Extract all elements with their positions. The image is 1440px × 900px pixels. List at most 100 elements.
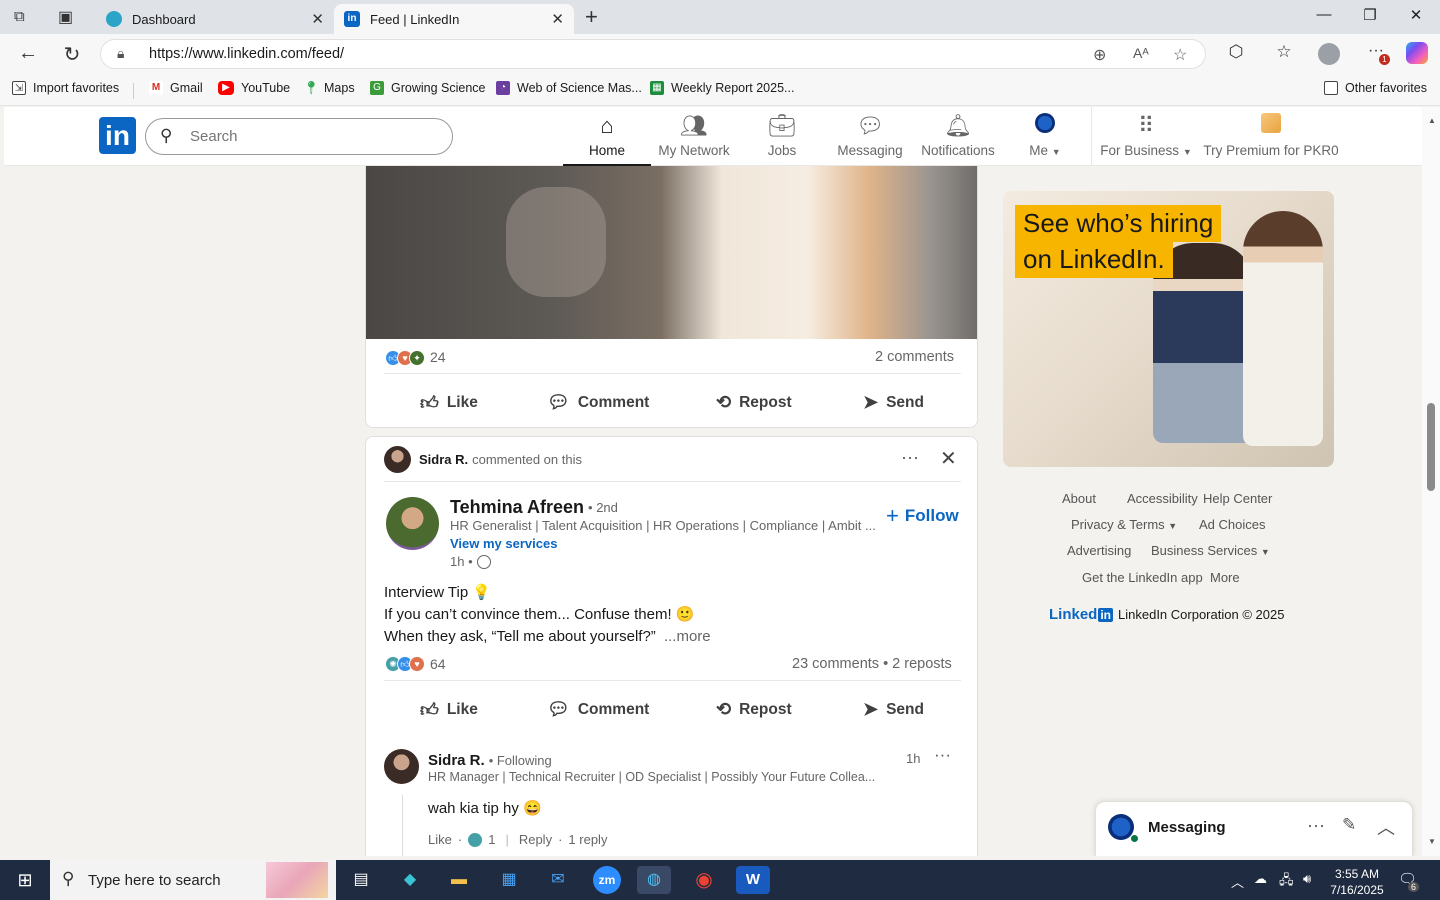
nav-messaging[interactable]: 💬︎ Messaging bbox=[830, 107, 910, 165]
search-input[interactable] bbox=[190, 128, 430, 145]
fav-gmail[interactable]: M Gmail bbox=[149, 81, 203, 95]
view-services-link[interactable]: View my services bbox=[450, 536, 557, 551]
reaction-count[interactable]: 24 bbox=[430, 349, 446, 365]
comment-like-button[interactable]: Like bbox=[428, 832, 452, 847]
see-more-link[interactable]: ...more bbox=[664, 628, 711, 645]
repost-button[interactable]: ⟲ Repost bbox=[716, 392, 792, 413]
footer-ad-choices[interactable]: Ad Choices bbox=[1199, 517, 1265, 532]
comment-count[interactable]: 2 comments bbox=[875, 349, 954, 365]
follow-button[interactable]: + Follow bbox=[886, 503, 959, 529]
fav-growing-science[interactable]: G Growing Science bbox=[370, 81, 486, 95]
chevron-up-icon[interactable]: ︿ bbox=[1231, 872, 1244, 891]
taskbar-search[interactable]: ⚲ Type here to search bbox=[50, 860, 336, 900]
fav-import[interactable]: ⇲ Import favorites bbox=[12, 81, 119, 95]
reaction-count[interactable]: 64 bbox=[430, 656, 446, 672]
footer-about[interactable]: About bbox=[1062, 491, 1096, 506]
footer-business-services[interactable]: Business Services ▼ bbox=[1151, 543, 1270, 558]
refresh-icon[interactable]: ↻ bbox=[60, 42, 84, 67]
favorite-star-icon[interactable]: ☆ bbox=[1173, 45, 1187, 65]
favorites-icon[interactable]: ☆ bbox=[1272, 42, 1296, 62]
fav-youtube[interactable]: ▶ YouTube bbox=[218, 81, 290, 95]
nav-my-network[interactable]: 👥︎ My Network bbox=[651, 107, 737, 165]
nav-jobs[interactable]: 💼︎ Jobs bbox=[747, 107, 817, 165]
new-tab-icon[interactable]: + bbox=[585, 4, 598, 30]
comment-options-icon[interactable]: ··· bbox=[934, 745, 951, 765]
task-view-icon[interactable]: ▤ bbox=[344, 866, 378, 894]
scroll-thumb[interactable] bbox=[1427, 403, 1435, 491]
post-image[interactable] bbox=[366, 147, 977, 339]
dismiss-icon[interactable]: ✕ bbox=[940, 446, 957, 471]
commenter-avatar[interactable] bbox=[384, 749, 419, 784]
profile-icon[interactable] bbox=[1318, 43, 1340, 65]
nav-home[interactable]: ⌂ Home bbox=[563, 107, 651, 166]
zoom-icon[interactable]: ⊕ bbox=[1093, 45, 1106, 65]
page-scrollbar[interactable]: ▲ ▼ bbox=[1422, 107, 1440, 856]
replies-count[interactable]: 1 reply bbox=[568, 832, 607, 847]
reply-button[interactable]: Reply bbox=[519, 832, 552, 847]
author-name[interactable]: Tehmina Afreen bbox=[450, 497, 584, 518]
close-icon[interactable]: ✕ bbox=[551, 10, 564, 28]
clock[interactable]: 3:55 AM 7/16/2025 bbox=[1330, 866, 1384, 898]
messaging-panel[interactable]: Messaging ··· ✎ ︿ bbox=[1095, 801, 1413, 856]
send-button[interactable]: ➤ Send bbox=[863, 699, 924, 720]
footer-advertising[interactable]: Advertising bbox=[1067, 543, 1131, 558]
nav-me[interactable]: Me ▼ bbox=[1018, 107, 1072, 165]
search-box[interactable]: ⚲ bbox=[145, 118, 453, 155]
network-icon[interactable]: 🖧︎ bbox=[1279, 871, 1294, 893]
chrome-icon[interactable]: ◉ bbox=[687, 866, 721, 894]
linkedin-logo[interactable]: in bbox=[99, 117, 136, 154]
commenter-name[interactable]: Sidra R. bbox=[428, 752, 485, 769]
read-aloud-icon[interactable]: Aᴬ bbox=[1133, 45, 1149, 61]
onedrive-icon[interactable]: ☁ bbox=[1254, 871, 1267, 887]
more-options-icon[interactable]: ··· bbox=[1307, 815, 1325, 836]
reaction-icons[interactable]: 👍︎ ♥ ✦ bbox=[385, 350, 425, 366]
fav-maps[interactable]: 📍︎ Maps bbox=[303, 81, 355, 96]
footer-more[interactable]: More bbox=[1210, 570, 1240, 585]
chevron-up-icon[interactable]: ︿ bbox=[1377, 814, 1395, 840]
nav-notifications[interactable]: 🔔︎ Notifications bbox=[916, 107, 1000, 165]
volume-icon[interactable]: 🔊︎ bbox=[1303, 871, 1311, 887]
edge-icon[interactable]: ◍ bbox=[637, 866, 671, 894]
tab-actions-icon[interactable]: ▣ bbox=[58, 7, 73, 27]
scroll-up-icon[interactable]: ▲ bbox=[1428, 116, 1436, 125]
footer-privacy[interactable]: Privacy & Terms ▼ bbox=[1071, 517, 1177, 532]
back-icon[interactable]: ← bbox=[16, 42, 40, 65]
workspaces-icon[interactable]: ⧉ bbox=[14, 8, 25, 25]
author-avatar[interactable] bbox=[386, 497, 439, 550]
close-icon[interactable]: ✕ bbox=[311, 10, 324, 28]
compose-icon[interactable]: ✎ bbox=[1342, 815, 1356, 835]
context-name[interactable]: Sidra R. bbox=[419, 452, 468, 467]
avatar[interactable] bbox=[384, 446, 411, 473]
send-button[interactable]: ➤ Send bbox=[863, 392, 924, 413]
app-icon[interactable]: ◆ bbox=[393, 866, 427, 894]
reaction-icons[interactable]: ✺ 👍︎ ♥ bbox=[385, 656, 425, 672]
comment-button[interactable]: 💬︎ Comment bbox=[547, 392, 649, 413]
url-field[interactable]: 🔒︎ https://www.linkedin.com/feed/ ⊕ Aᴬ ☆ bbox=[100, 39, 1206, 69]
like-button[interactable]: 👍︎ Like bbox=[420, 392, 478, 414]
extensions-icon[interactable]: ⬡ bbox=[1224, 42, 1248, 62]
comment-reaction-count[interactable]: 1 bbox=[488, 832, 495, 847]
tab-dashboard[interactable]: Dashboard ✕ bbox=[96, 4, 334, 34]
start-icon[interactable]: ⊞ bbox=[8, 866, 42, 894]
nav-premium[interactable]: Try Premium for PKR0 bbox=[1202, 107, 1340, 165]
minimize-icon[interactable]: — bbox=[1312, 6, 1336, 28]
more-options-icon[interactable]: ··· bbox=[901, 447, 919, 468]
word-icon[interactable]: W bbox=[736, 866, 770, 894]
maximize-icon[interactable]: ❐ bbox=[1358, 6, 1382, 28]
comment-button[interactable]: 💬︎ Comment bbox=[547, 699, 649, 720]
repost-button[interactable]: ⟲ Repost bbox=[716, 699, 792, 720]
fav-other[interactable]: Other favorites bbox=[1324, 81, 1427, 95]
footer-get-app[interactable]: Get the LinkedIn app bbox=[1082, 570, 1203, 585]
footer-accessibility[interactable]: Accessibility bbox=[1127, 491, 1198, 506]
mail-icon[interactable]: ✉ bbox=[541, 866, 575, 894]
zoom-app-icon[interactable]: zm bbox=[593, 866, 621, 894]
window-close-icon[interactable]: ✕ bbox=[1404, 6, 1428, 28]
scroll-down-icon[interactable]: ▼ bbox=[1428, 837, 1436, 846]
fav-web-of-science[interactable]: ◔ Web of Science Mas... bbox=[496, 81, 642, 95]
post-stats[interactable]: 23 comments • 2 reposts bbox=[792, 656, 952, 672]
store-icon[interactable]: ▦ bbox=[492, 866, 526, 894]
tab-linkedin[interactable]: in Feed | LinkedIn ✕ bbox=[334, 4, 574, 34]
copilot-icon[interactable] bbox=[1406, 42, 1428, 64]
like-button[interactable]: 👍︎ Like bbox=[420, 699, 478, 721]
fav-weekly-report[interactable]: ▦ Weekly Report 2025... bbox=[650, 81, 794, 95]
